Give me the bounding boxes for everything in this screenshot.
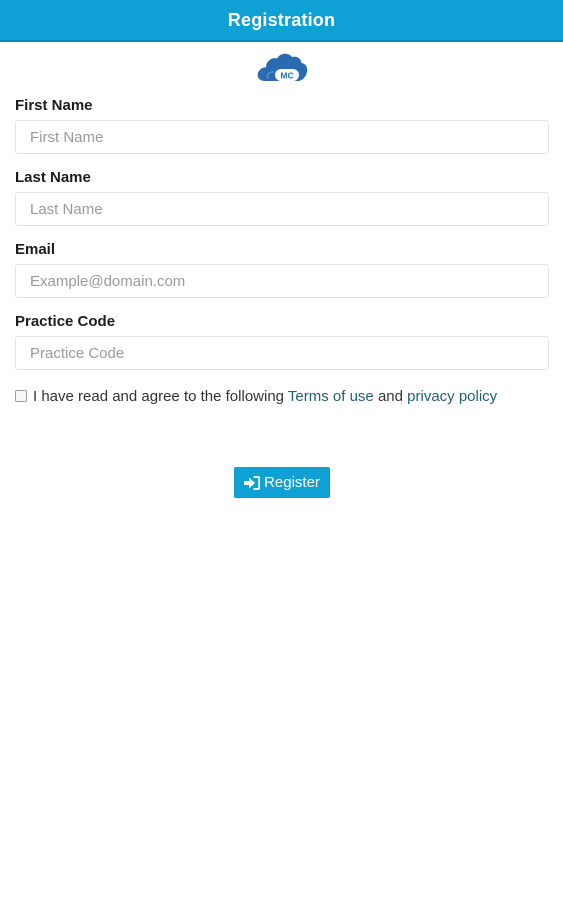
practice-code-input[interactable] (15, 336, 549, 370)
practice-code-label: Practice Code (15, 313, 116, 330)
agreement-text-middle: and (373, 388, 408, 405)
last-name-group: Last Name (15, 167, 549, 239)
register-button-label: Register (264, 474, 320, 491)
registration-form: First Name Last Name Email Practice Code (15, 95, 549, 383)
logo: MC (0, 51, 563, 87)
logo-text: MC (280, 71, 293, 81)
registration-screen: Registration MC First Name Last Name Ema… (0, 0, 563, 900)
last-name-label: Last Name (15, 169, 91, 186)
agree-checkbox[interactable] (15, 390, 27, 402)
agreement-text-before: I have read and agree to the following (33, 388, 288, 405)
sign-in-icon (244, 475, 261, 490)
first-name-input[interactable] (15, 120, 549, 154)
terms-agreement: I have read and agree to the following T… (15, 386, 549, 407)
page-title: Registration (227, 9, 336, 30)
register-button[interactable]: Register (234, 467, 330, 498)
email-label: Email (15, 241, 56, 258)
app-header: Registration (0, 0, 563, 42)
email-input[interactable] (15, 264, 549, 298)
first-name-group: First Name (15, 95, 549, 167)
practice-code-group: Practice Code (15, 311, 549, 383)
email-group: Email (15, 239, 549, 311)
privacy-policy-link[interactable]: privacy policy (407, 388, 497, 405)
last-name-input[interactable] (15, 192, 549, 226)
terms-of-use-link[interactable]: Terms of use (288, 388, 374, 405)
cloud-logo-icon: MC (257, 53, 307, 81)
first-name-label: First Name (15, 97, 93, 114)
